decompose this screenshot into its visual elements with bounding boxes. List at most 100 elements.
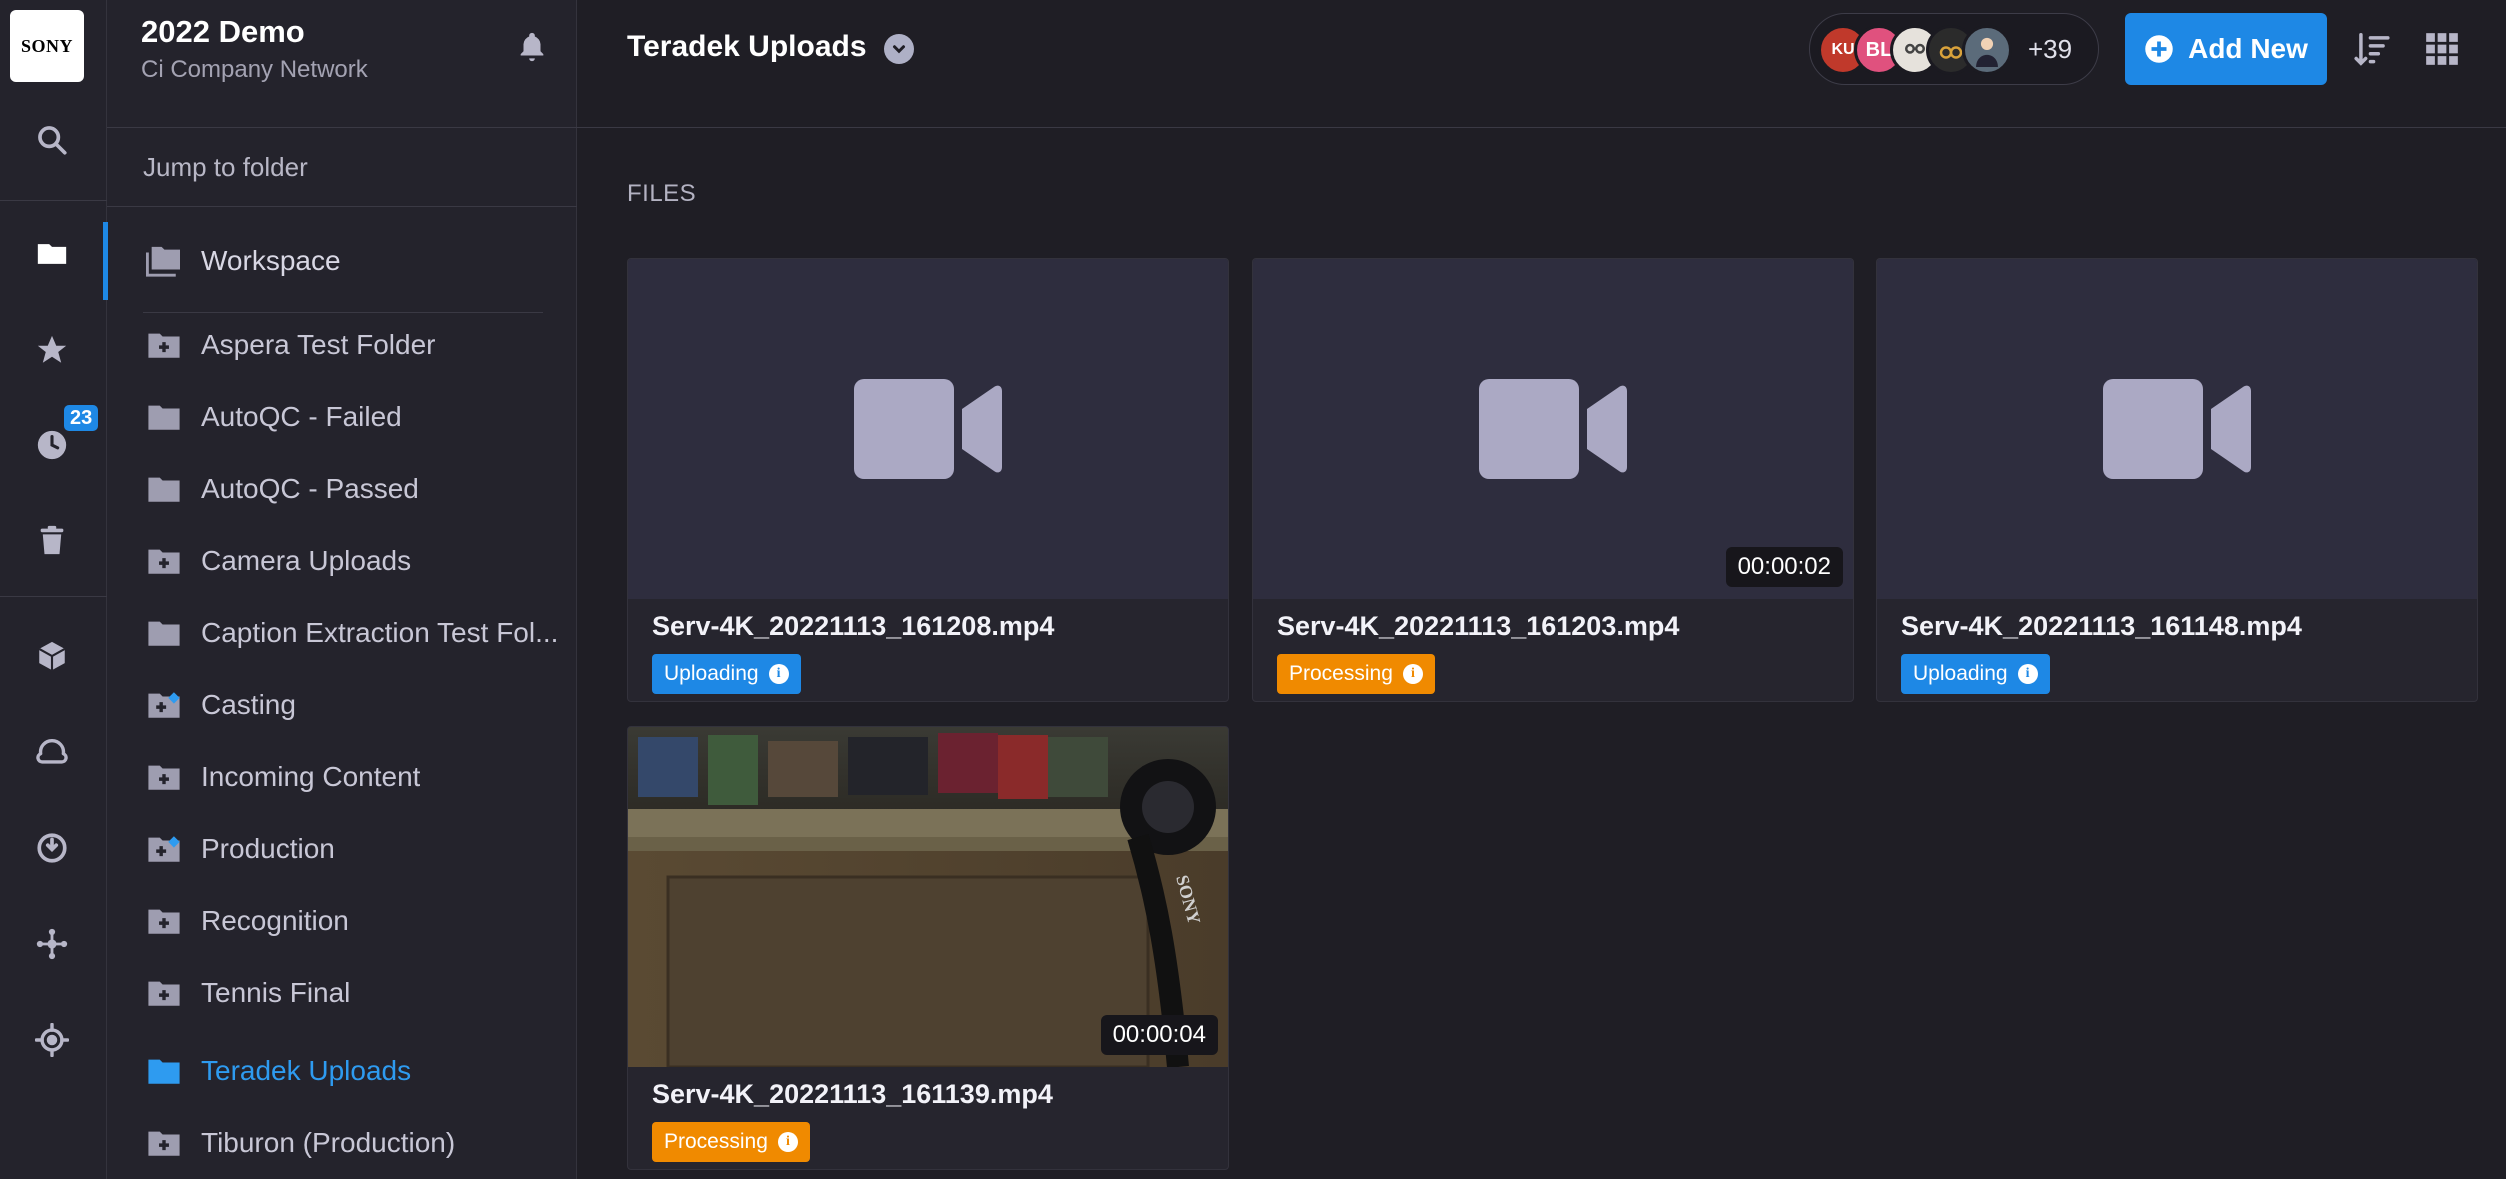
- file-card[interactable]: Serv-4K_20221113_161148.mp4 Uploading i: [1876, 258, 2478, 702]
- crosshair-icon[interactable]: [0, 1000, 104, 1080]
- avatar-initials: KU: [1831, 41, 1855, 58]
- folder-label: Casting: [201, 689, 296, 720]
- folder-plus-icon: [148, 333, 180, 358]
- folder-icon[interactable]: [0, 214, 104, 294]
- file-thumbnail[interactable]: 00:00:02: [1253, 259, 1853, 599]
- file-name[interactable]: Serv-4K_20221113_161148.mp4: [1901, 611, 2302, 642]
- folder-item-recognition[interactable]: Recognition: [107, 885, 577, 957]
- collaborators-group[interactable]: KU BL +39: [1809, 13, 2099, 85]
- folder-label: AutoQC - Passed: [201, 473, 419, 504]
- info-icon[interactable]: i: [777, 1132, 798, 1152]
- status-badge[interactable]: Processing i: [1277, 654, 1435, 694]
- folder-item-production[interactable]: Production: [107, 813, 577, 885]
- grid-view-icon[interactable]: [2423, 30, 2461, 68]
- bell-icon[interactable]: [515, 30, 549, 64]
- status-label: Uploading: [1913, 662, 2008, 685]
- folder-item-camera-uploads[interactable]: Camera Uploads: [107, 525, 577, 597]
- files-section-label: FILES: [627, 180, 697, 207]
- rail-divider: [0, 200, 107, 201]
- folder-label: AutoQC - Failed: [201, 401, 402, 432]
- folder-plus-icon: [148, 909, 180, 934]
- folder-label: Recognition: [201, 905, 349, 936]
- add-new-button[interactable]: Add New: [2125, 13, 2327, 85]
- org-subtitle: Ci Company Network: [141, 56, 368, 83]
- folder-item-casting[interactable]: Casting: [107, 669, 577, 741]
- folder-item-teradek-uploads[interactable]: Teradek Uploads: [107, 1035, 577, 1107]
- cube-icon[interactable]: [0, 616, 104, 696]
- workspace-icon: [146, 246, 180, 277]
- file-thumbnail[interactable]: [1877, 259, 2477, 599]
- status-badge[interactable]: Uploading i: [1901, 654, 2050, 694]
- org-header: 2022 Demo Ci Company Network: [107, 0, 577, 128]
- folder-item-caption-extraction[interactable]: Caption Extraction Test Fol...: [107, 597, 577, 669]
- folder-plus-icon: [148, 1131, 180, 1156]
- file-thumbnail[interactable]: SONY 00:00:04: [628, 727, 1228, 1067]
- folder-label: Aspera Test Folder: [201, 329, 436, 360]
- file-name[interactable]: Serv-4K_20221113_161139.mp4: [652, 1079, 1053, 1110]
- folder-item-incoming-content[interactable]: Incoming Content: [107, 741, 577, 813]
- sort-icon[interactable]: [2353, 30, 2391, 68]
- status-label: Uploading: [664, 662, 759, 685]
- workspace-item[interactable]: Workspace: [103, 222, 577, 300]
- folder-label: Production: [201, 833, 335, 864]
- folder-item-autoqc-failed[interactable]: AutoQC - Failed: [107, 381, 577, 453]
- folder-item-tennis-final[interactable]: Tennis Final: [107, 957, 577, 1029]
- file-card[interactable]: 00:00:02 Serv-4K_20221113_161203.mp4 Pro…: [1252, 258, 1854, 702]
- search-icon[interactable]: [0, 100, 104, 180]
- avatar-initials: BL: [1865, 38, 1893, 61]
- file-name[interactable]: Serv-4K_20221113_161208.mp4: [652, 611, 1054, 642]
- folder-label: Incoming Content: [201, 761, 421, 792]
- file-name[interactable]: Serv-4K_20221113_161203.mp4: [1277, 611, 1679, 642]
- trash-icon[interactable]: [0, 500, 104, 580]
- sony-logo[interactable]: SONY: [10, 10, 84, 82]
- status-label: Processing: [1289, 662, 1393, 685]
- folder-icon: [148, 477, 180, 502]
- status-label: Processing: [664, 1130, 768, 1153]
- duration-badge: 00:00:04: [1100, 1015, 1218, 1055]
- rail-divider: [0, 596, 107, 597]
- add-new-label: Add New: [2188, 33, 2308, 64]
- info-icon[interactable]: i: [768, 664, 789, 684]
- video-camera-icon: [854, 379, 1002, 479]
- folder-item-tiburon-production[interactable]: Tiburon (Production): [107, 1107, 577, 1179]
- star-icon[interactable]: [0, 310, 104, 390]
- folder-icon: [148, 621, 180, 646]
- file-thumbnail[interactable]: [628, 259, 1228, 599]
- folder-label: Camera Uploads: [201, 545, 412, 576]
- workspace-label: Workspace: [201, 245, 341, 276]
- file-card[interactable]: Serv-4K_20221113_161208.mp4 Uploading i: [627, 258, 1229, 702]
- folder-label: Tiburon (Production): [201, 1127, 456, 1158]
- recent-count-badge: 23: [64, 405, 99, 431]
- file-card[interactable]: SONY 00:00:04 Serv-4K_20221113_161139.mp…: [627, 726, 1229, 1170]
- info-icon[interactable]: i: [1402, 664, 1423, 684]
- org-title[interactable]: 2022 Demo: [141, 14, 305, 50]
- info-icon[interactable]: i: [2017, 664, 2038, 684]
- folder-icon: [148, 1059, 180, 1084]
- folder-plus-icon: [148, 549, 180, 574]
- folder-plus-icon: [148, 765, 180, 790]
- cloud-icon[interactable]: [0, 712, 104, 792]
- panel-divider: [107, 206, 577, 207]
- main-content: Teradek Uploads KU BL +39 Add New FILES …: [577, 0, 2506, 1179]
- status-badge[interactable]: Processing i: [652, 1122, 810, 1162]
- icon-rail: SONY 23: [0, 0, 107, 1179]
- app-root: SONY 23 2022 Demo Ci Company Network Jum…: [0, 0, 2506, 1179]
- folder-item-aspera-test-folder[interactable]: Aspera Test Folder: [107, 309, 577, 381]
- folder-plus-icon: [148, 981, 180, 1006]
- folder-item-autoqc-passed[interactable]: AutoQC - Passed: [107, 453, 577, 525]
- folder-label: Teradek Uploads: [201, 1055, 412, 1086]
- status-badge[interactable]: Uploading i: [652, 654, 801, 694]
- page-title[interactable]: Teradek Uploads: [627, 30, 867, 64]
- network-icon[interactable]: [0, 904, 104, 984]
- avatar: [1962, 25, 2012, 75]
- folder-label: Caption Extraction Test Fol...: [201, 617, 559, 648]
- folder-shared-icon: [148, 836, 180, 862]
- duration-badge: 00:00:02: [1725, 547, 1843, 587]
- folder-icon: [148, 405, 180, 430]
- power-icon[interactable]: [0, 808, 104, 888]
- chevron-down-icon[interactable]: [884, 34, 914, 64]
- workspace-active-indicator: [103, 222, 108, 300]
- jump-to-folder-input[interactable]: Jump to folder: [143, 152, 308, 183]
- folder-label: Tennis Final: [201, 977, 351, 1008]
- video-camera-icon: [1479, 379, 1627, 479]
